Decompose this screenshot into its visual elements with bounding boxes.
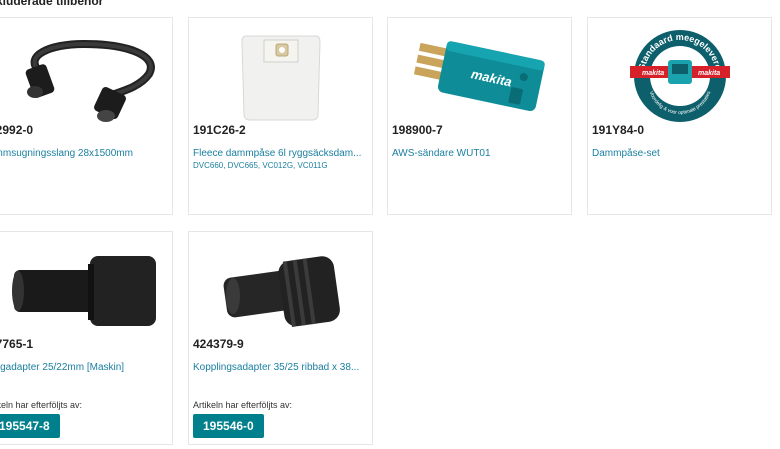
product-name-link[interactable]: Dammpåse-set [592,148,767,159]
product-card-198900-7[interactable]: makita 198900-7 AWS-sändare WUT01 [387,17,572,215]
product-name-link[interactable]: angadapter 25/22mm [Maskin] [0,362,168,373]
product-code: 52992-0 [0,123,34,137]
product-name-link[interactable]: AWS-sändare WUT01 [392,148,567,159]
transmitter-image[interactable]: makita [388,26,571,126]
product-code: 198900-7 [392,123,443,137]
seal-brand-right: makita [698,70,720,77]
fleece-bag-image[interactable] [189,26,372,126]
successor-button[interactable]: 195546-0 [193,414,264,438]
dustbag-seal-image[interactable]: Standaard meegeleverd Voordelig & voor o… [588,26,771,126]
successor-button[interactable]: 195547-8 [0,414,60,438]
product-code: 424379-9 [193,337,244,351]
successor-label: rtikeln har efterföljts av: [0,400,83,410]
compatible-models: DVC660, DVC665, VC012G, VC011G [193,161,328,170]
hose-adapter-image[interactable] [0,240,172,340]
product-name-link[interactable]: Fleece dammpåse 6l ryggsäcksdam... [193,148,368,159]
product-card-191Y84-0[interactable]: Standaard meegeleverd Voordelig & voor o… [587,17,772,215]
successor-label: Artikeln har efterföljts av: [193,400,293,410]
product-name-link[interactable]: ammsugningsslang 28x1500mm [0,148,168,159]
product-card-52992-0[interactable]: 52992-0 ammsugningsslang 28x1500mm [0,17,173,215]
product-card-17765-1[interactable]: 17765-1 angadapter 25/22mm [Maskin] rtik… [0,231,173,445]
product-card-424379-9[interactable]: 424379-9 Kopplingsadapter 35/25 ribbad x… [188,231,373,445]
product-card-191C26-2[interactable]: 191C26-2 Fleece dammpåse 6l ryggsäcksdam… [188,17,373,215]
coupling-adapter-image[interactable] [189,240,372,340]
product-code: 191Y84-0 [592,123,645,137]
product-code: 17765-1 [0,337,34,351]
product-code: 191C26-2 [193,123,246,137]
seal-brand-left: makita [642,70,664,77]
section-heading: kluderade tillbehör [0,0,104,8]
hose-image[interactable] [0,26,172,126]
product-name-link[interactable]: Kopplingsadapter 35/25 ribbad x 38... [193,362,368,373]
